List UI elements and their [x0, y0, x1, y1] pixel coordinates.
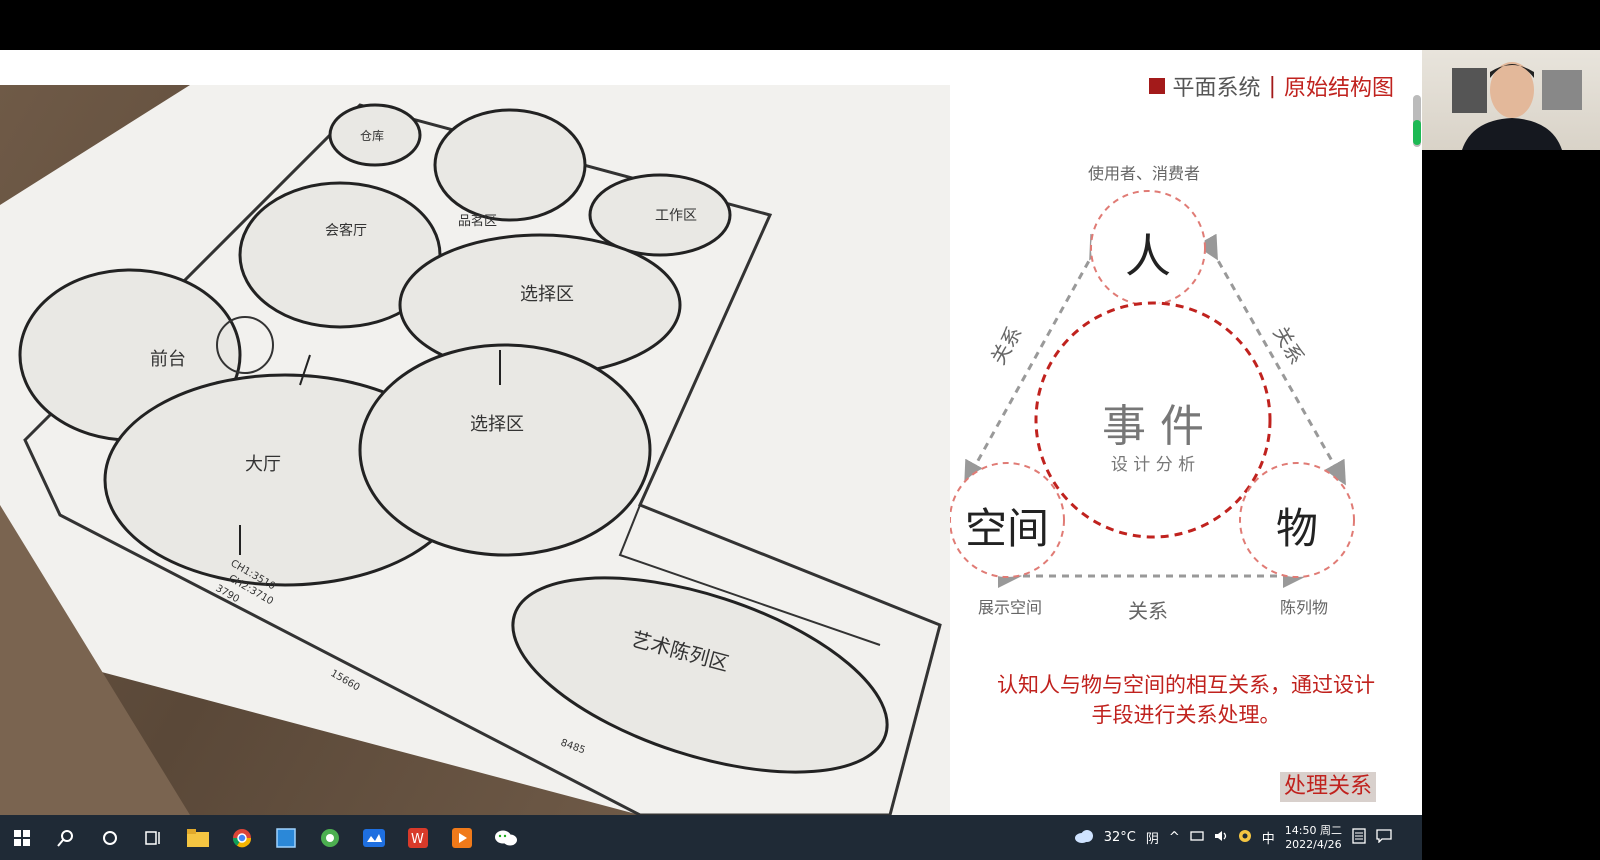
- weather-text[interactable]: 阴: [1146, 828, 1159, 847]
- label-object: 陈列物: [1280, 598, 1329, 617]
- node-person: 人: [1125, 229, 1171, 283]
- search-icon[interactable]: [44, 815, 88, 860]
- zone-label: 大厅: [245, 454, 281, 475]
- webcam-video: [1422, 50, 1600, 150]
- chevron-up-icon[interactable]: ^: [1169, 830, 1180, 845]
- zone-label: 选择区: [470, 414, 524, 435]
- task-view-icon[interactable]: [132, 815, 176, 860]
- zone-label: 品茗区: [458, 214, 497, 229]
- node-event-sub: 设 计 分 析: [1110, 455, 1196, 475]
- app-blue-icon[interactable]: [264, 815, 308, 860]
- video-player-icon[interactable]: [440, 815, 484, 860]
- notification-icon[interactable]: [1376, 828, 1392, 847]
- taskbar-right-black: [1422, 815, 1600, 860]
- file-explorer-icon[interactable]: [176, 815, 220, 860]
- zone-label: 会客厅: [325, 222, 367, 239]
- scrollbar-thumb[interactable]: [1413, 120, 1421, 145]
- start-icon[interactable]: [0, 815, 44, 860]
- sketch-drawing: 仓库 会客厅 品茗区 工作区 选择区 前台 选择区 大厅 艺术陈列区 CH1:3…: [0, 85, 950, 815]
- sketch-photo: 仓库 会客厅 品茗区 工作区 选择区 前台 选择区 大厅 艺术陈列区 CH1:3…: [0, 85, 950, 815]
- presenter-avatar: [1452, 62, 1582, 150]
- zone-label: 仓库: [360, 128, 384, 143]
- clock-time: 14:50 周二: [1284, 823, 1342, 837]
- clock-date: 2022/4/26: [1285, 837, 1342, 851]
- cortana-icon[interactable]: [88, 815, 132, 860]
- zone-label: 选择区: [520, 284, 574, 305]
- volume-icon[interactable]: [1214, 830, 1228, 846]
- meeting-app-icon[interactable]: [352, 815, 396, 860]
- top-black-bar: [0, 0, 1600, 50]
- vpn-icon[interactable]: [1238, 829, 1252, 847]
- weather-temp[interactable]: 32°C: [1104, 830, 1136, 845]
- system-tray: 32°C 阴 ^ 中 14:50 周二 2022/4/26: [1074, 815, 1392, 860]
- diagram-panel: 平面系统 | 原始结构图 使用者、消费者 人 事 件 设 计 分 析 空间 物 …: [950, 50, 1422, 815]
- svg-text:W: W: [411, 832, 424, 847]
- zone-label: 前台: [150, 349, 186, 370]
- notes-icon[interactable]: [1352, 827, 1366, 848]
- statement-line-1: 认知人与物与空间的相互关系，通过设计: [997, 673, 1375, 697]
- app-green-icon[interactable]: [308, 815, 352, 860]
- network-icon[interactable]: [1190, 830, 1204, 846]
- weather-icon[interactable]: [1074, 829, 1094, 847]
- relation-label-bottom: 关系: [1128, 599, 1168, 623]
- wps-icon[interactable]: W: [396, 815, 440, 860]
- ime-indicator[interactable]: 中: [1262, 828, 1275, 847]
- chrome-icon[interactable]: [220, 815, 264, 860]
- statement-line-2: 手段进行关系处理。: [1091, 703, 1281, 727]
- zone-label: 工作区: [655, 208, 697, 224]
- wechat-icon[interactable]: [484, 815, 528, 860]
- label-space: 展示空间: [978, 598, 1043, 617]
- node-event: 事 件: [1102, 401, 1204, 452]
- clock[interactable]: 14:50 周二 2022/4/26: [1285, 824, 1342, 852]
- statement: 认知人与物与空间的相互关系，通过设计 手段进行关系处理。: [950, 670, 1422, 730]
- right-black-area: [1422, 150, 1600, 815]
- slide-scrollbar[interactable]: [1413, 95, 1421, 147]
- windows-taskbar: W 32°C 阴 ^ 中 14:50 周二 2022/4/26: [0, 815, 1422, 860]
- highlight-text: 处理关系: [1280, 772, 1377, 802]
- node-object: 物: [1275, 504, 1318, 553]
- node-space: 空间: [964, 504, 1049, 553]
